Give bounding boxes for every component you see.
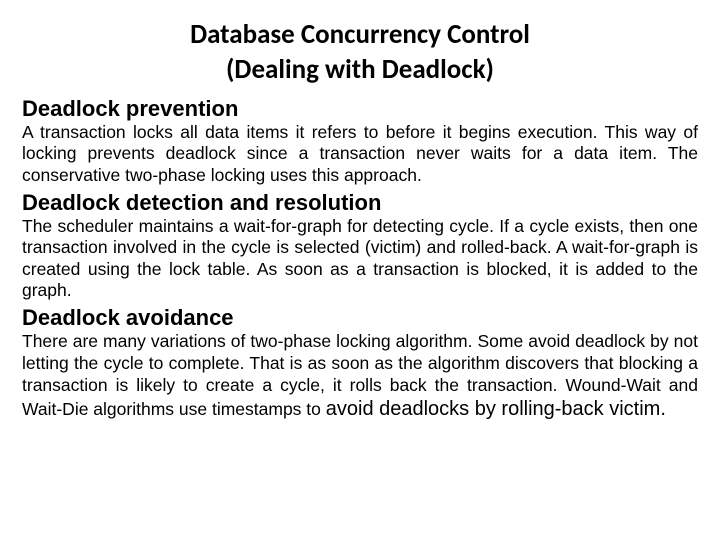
prevention-body: A transaction locks all data items it re… xyxy=(22,122,698,186)
detection-heading: Deadlock detection and resolution xyxy=(22,190,698,216)
avoidance-heading: Deadlock avoidance xyxy=(22,305,698,331)
avoidance-body-part2: avoid deadlocks by rolling-back victim. xyxy=(326,398,666,420)
slide-subtitle: (Dealing with Deadlock) xyxy=(22,53,698,86)
prevention-heading: Deadlock prevention xyxy=(22,96,698,122)
slide-title: Database Concurrency Control xyxy=(22,18,698,51)
avoidance-body: There are many variations of two-phase l… xyxy=(22,331,698,422)
detection-body: The scheduler maintains a wait-for-graph… xyxy=(22,216,698,301)
